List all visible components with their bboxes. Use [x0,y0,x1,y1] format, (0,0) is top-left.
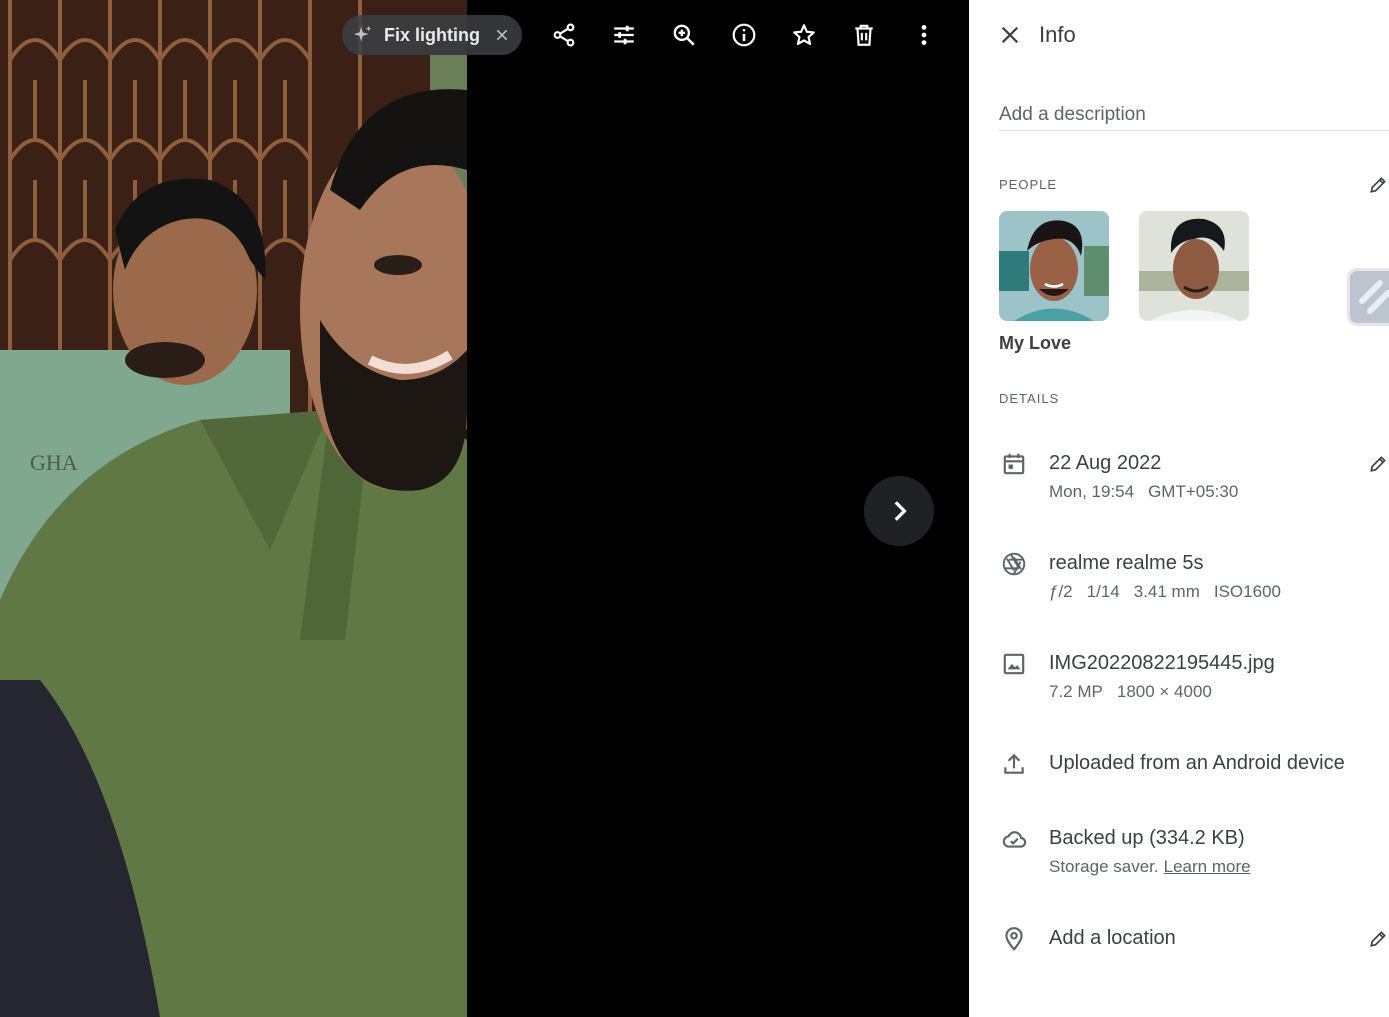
dismiss-icon[interactable] [494,27,510,43]
star-icon [793,24,815,46]
location-pin-icon [999,924,1029,954]
pencil-icon [1370,177,1386,193]
edit-people-button[interactable] [1367,174,1389,196]
tune-icon [614,25,634,45]
favorite-button[interactable] [784,15,824,55]
upload-source: Uploaded from an Android device [1049,752,1345,774]
fix-lighting-label: Fix lighting [384,24,480,45]
delete-button[interactable] [844,15,884,55]
info-button[interactable] [724,15,764,55]
date-text[interactable]: 22 Aug 2022 [1049,452,1161,475]
backup-details: Storage saver. Learn more [1049,857,1265,877]
day-time: Mon, 19:54 [1049,482,1135,501]
storage-saver-text: Storage saver. [1049,857,1159,876]
person-face-2[interactable] [1139,211,1249,321]
backup-row: Backed up (334.2 KB) Storage saver. Learn… [999,824,1389,884]
location-row: Add a location [999,924,1389,954]
face-thumbnail [999,211,1109,321]
learn-more-link[interactable]: Learn more [1164,857,1251,876]
aperture: ƒ/2 [1049,582,1073,601]
date-row: 22 Aug 2022 Mon, 19:54 GMT+05:30 [999,449,1389,509]
upload-row: Uploaded from an Android device [999,749,1389,779]
cloud-done-icon [999,824,1029,854]
people-section-label: PEOPLE [999,177,1058,192]
info-panel: Info PEOPLE My Love [969,0,1389,1017]
more-vert-icon [921,25,927,45]
trash-icon [855,24,873,46]
info-panel-header: Info [969,0,1389,70]
zoom-button[interactable] [664,15,704,55]
add-location-link[interactable]: Add a location [1049,927,1176,950]
focal-length: 3.41 mm [1133,582,1200,601]
sparkle-icon [353,25,372,42]
face-thumbnail [1139,211,1249,321]
photo-viewer: GHA Fix lighting [0,0,969,1017]
camera-shutter-icon [999,549,1029,579]
edit-location-button[interactable] [1367,928,1389,950]
time-text: Mon, 19:54 GMT+05:30 [1049,482,1252,502]
arrow-icon [1359,280,1389,314]
image-icon [999,649,1029,679]
fix-lighting-chip[interactable]: Fix lighting [342,15,522,55]
more-options-button[interactable] [904,15,944,55]
edit-date-button[interactable] [1367,453,1389,475]
next-photo-button[interactable] [864,476,934,546]
file-name: IMG20220822195445.jpg [1049,652,1275,674]
person-name: My Love [999,333,1072,353]
details-section-label: DETAILS [999,391,1060,406]
calendar-icon [999,449,1029,479]
pencil-icon [1370,931,1386,947]
edit-button[interactable] [604,15,644,55]
timezone: GMT+05:30 [1148,482,1239,501]
close-icon [1001,26,1019,44]
dimensions: 1800 × 4000 [1116,682,1212,701]
backup-status: Backed up (334.2 KB) [1049,827,1245,849]
photo: GHA [0,0,467,1017]
camera-model: realme realme 5s [1049,552,1204,574]
file-info: 7.2 MP 1800 × 4000 [1049,682,1226,702]
camera-settings: ƒ/2 1/14 3.41 mm ISO1600 [1049,582,1295,602]
close-info-button[interactable] [995,20,1025,50]
upload-icon [999,749,1029,779]
description-input[interactable] [999,100,1389,131]
person-foreground [0,89,467,1017]
viewer-toolbar: Fix lighting [0,0,969,70]
megapixels: 7.2 MP [1049,682,1103,701]
chevron-right-icon [894,501,907,521]
panel-title: Info [1039,22,1076,47]
zoom-in-icon [673,24,695,46]
info-icon [732,23,756,47]
share-icon [553,23,575,47]
camera-row: realme realme 5s ƒ/2 1/14 3.41 mm ISO1600 [999,549,1389,609]
person-face-1[interactable] [999,211,1109,321]
pencil-icon [1370,456,1386,472]
iso: ISO1600 [1213,582,1281,601]
share-button[interactable] [544,15,584,55]
file-row: IMG20220822195445.jpg 7.2 MP 1800 × 4000 [999,649,1389,709]
shutter-speed: 1/14 [1086,582,1120,601]
people-scroll-handle[interactable] [1347,268,1389,326]
